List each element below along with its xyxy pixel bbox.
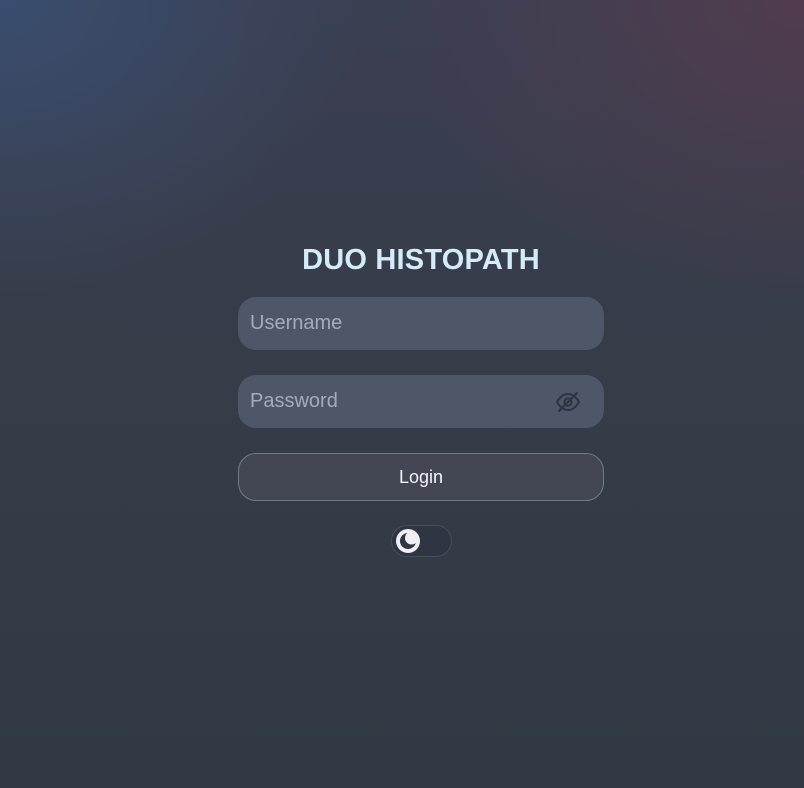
- app-title: DUO HISTOPATH: [302, 244, 540, 276]
- username-input[interactable]: [238, 297, 604, 350]
- eye-off-icon[interactable]: [554, 389, 582, 415]
- username-field-container: [238, 297, 604, 350]
- moon-icon: [395, 529, 420, 553]
- theme-toggle[interactable]: [390, 525, 452, 557]
- password-field-container: [238, 375, 604, 428]
- login-card: DUO HISTOPATH Login: [238, 240, 604, 557]
- password-input[interactable]: [238, 375, 604, 428]
- login-button[interactable]: Login: [238, 453, 604, 501]
